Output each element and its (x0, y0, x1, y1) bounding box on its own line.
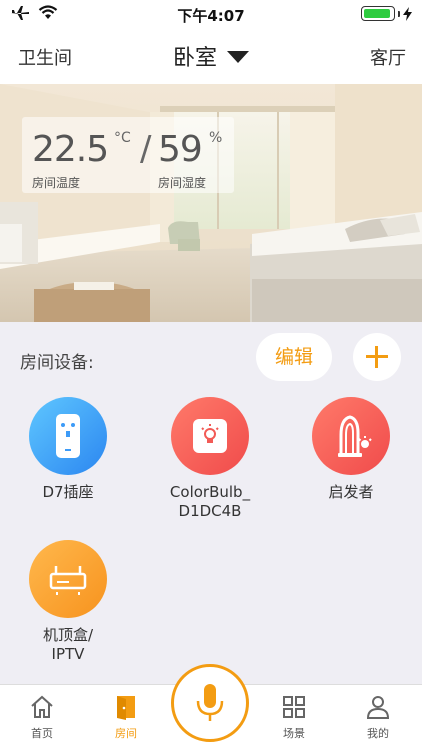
grid-icon (283, 696, 305, 718)
tab-profile[interactable]: 我的 (348, 693, 408, 741)
voice-button[interactable] (171, 664, 249, 742)
status-time: 下午4:07 (177, 7, 245, 25)
device-item[interactable]: ColorBulb_ D1DC4B (150, 397, 270, 521)
climate-separator: / (140, 129, 152, 169)
device-item[interactable]: D7插座 (8, 397, 128, 502)
tab-label: 首页 (31, 727, 53, 740)
humidity-unit: % (209, 130, 223, 146)
user-icon (366, 696, 390, 719)
tab-home[interactable]: 首页 (12, 693, 72, 741)
bulb-icon (171, 397, 249, 475)
device-item[interactable]: 启发者 (291, 397, 411, 502)
edit-button[interactable]: 编辑 (256, 333, 332, 381)
door-icon (117, 696, 135, 720)
battery-indicator (361, 6, 412, 21)
device-item[interactable]: 机顶盒/ IPTV (8, 540, 128, 664)
add-device-button[interactable] (353, 333, 401, 381)
device-name: 机顶盒/ IPTV (42, 626, 94, 663)
device-name: D7插座 (42, 483, 94, 501)
tab-label: 场景 (283, 727, 305, 740)
device-name: ColorBulb_ D1DC4B (169, 483, 251, 520)
charging-bolt-icon (403, 6, 412, 21)
room-photo: 22.5 °C / 59 % 房间温度 房间湿度 (0, 84, 422, 322)
dropdown-caret-icon (227, 51, 249, 63)
temperature-value: 22.5 (32, 129, 109, 170)
status-bar: 下午4:07 (0, 0, 422, 28)
microphone-icon (196, 684, 224, 721)
tab-scenes[interactable]: 场景 (264, 693, 324, 741)
humidity-value: 59 (158, 129, 203, 170)
tab-label: 我的 (367, 727, 389, 740)
battery-icon (361, 6, 395, 21)
room-navbar: 卫生间 卧室 客厅 (0, 28, 422, 84)
next-room-button[interactable]: 客厅 (370, 44, 406, 70)
room-title: 卧室 (172, 46, 217, 71)
temperature-unit: °C (114, 130, 131, 146)
room-selector[interactable]: 卧室 (0, 40, 422, 72)
humidity-label: 房间湿度 (158, 176, 207, 190)
router-icon (29, 540, 107, 618)
temperature-label: 房间温度 (32, 176, 81, 190)
device-name: 启发者 (328, 483, 374, 501)
tab-label: 房间 (115, 727, 137, 740)
tab-room[interactable]: 房间 (96, 693, 156, 741)
inspirer-lamp-icon (312, 397, 390, 475)
climate-panel: 22.5 °C / 59 % 房间温度 房间湿度 (22, 117, 234, 193)
socket-icon (29, 397, 107, 475)
home-icon (31, 695, 53, 718)
devices-section-title: 房间设备: (20, 353, 94, 373)
